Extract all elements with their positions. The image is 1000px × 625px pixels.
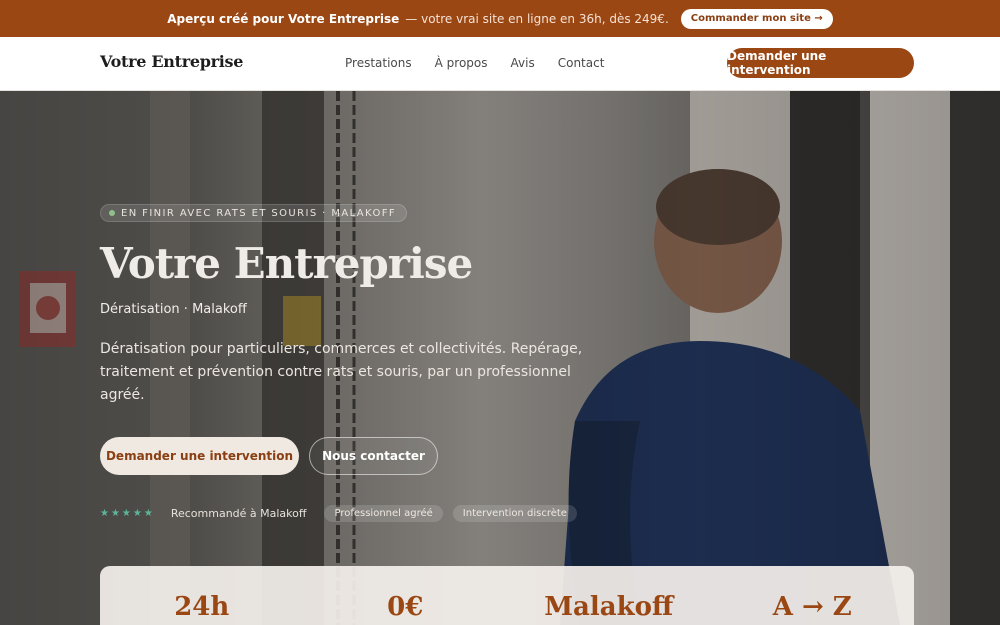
- stat-0-euro: 0€: [387, 592, 424, 622]
- stat-a-to-z: A → Z: [772, 592, 852, 622]
- nav-links: Prestations À propos Avis Contact: [345, 56, 604, 70]
- promo-text: — votre vrai site en ligne en 36h, dès 2…: [405, 11, 669, 26]
- trust-row: ★★★★★ Recommandé à Malakoff Professionne…: [100, 505, 587, 522]
- hero-eyebrow-text: EN FINIR AVEC RATS ET SOURIS · MALAKOFF: [121, 207, 397, 219]
- nav-link-a-propos[interactable]: À propos: [435, 56, 488, 70]
- nav-link-contact[interactable]: Contact: [558, 56, 605, 70]
- promo-lead: Aperçu créé pour Votre Entreprise: [167, 11, 400, 26]
- hero-title: Votre Entreprise: [100, 239, 473, 288]
- rating-stars-icon: ★★★★★: [100, 508, 155, 519]
- stat-24h: 24h: [174, 592, 230, 622]
- navbar: Votre Entreprise Prestations À propos Av…: [0, 37, 1000, 91]
- nav-link-prestations[interactable]: Prestations: [345, 56, 412, 70]
- order-site-button[interactable]: Commander mon site →: [680, 8, 833, 29]
- hero-contact-button[interactable]: Nous contacter: [309, 437, 438, 475]
- badge-professionnel-agree: Professionnel agréé: [324, 505, 443, 522]
- nav-link-avis[interactable]: Avis: [511, 56, 535, 70]
- hero-subtitle: Dératisation · Malakoff: [100, 302, 247, 317]
- hero-eyebrow: EN FINIR AVEC RATS ET SOURIS · MALAKOFF: [100, 204, 408, 222]
- badge-intervention-discrete: Intervention discrète: [452, 505, 577, 522]
- recommendation-text: Recommandé à Malakoff: [170, 507, 307, 520]
- promo-banner: Aperçu créé pour Votre Entreprise — votr…: [0, 0, 1000, 37]
- hero-request-intervention-button[interactable]: Demander une intervention: [100, 437, 299, 475]
- hero-description: Dératisation pour particuliers, commerce…: [100, 341, 583, 403]
- hero-section: EN FINIR AVEC RATS ET SOURIS · MALAKOFF …: [0, 91, 1000, 625]
- brand-logo[interactable]: Votre Entreprise: [100, 52, 243, 71]
- eyebrow-dot-icon: [109, 210, 115, 216]
- request-intervention-button[interactable]: Demander une intervention: [727, 48, 914, 78]
- stats-strip: 24h 0€ Malakoff A → Z: [100, 566, 914, 625]
- stat-malakoff: Malakoff: [544, 592, 674, 622]
